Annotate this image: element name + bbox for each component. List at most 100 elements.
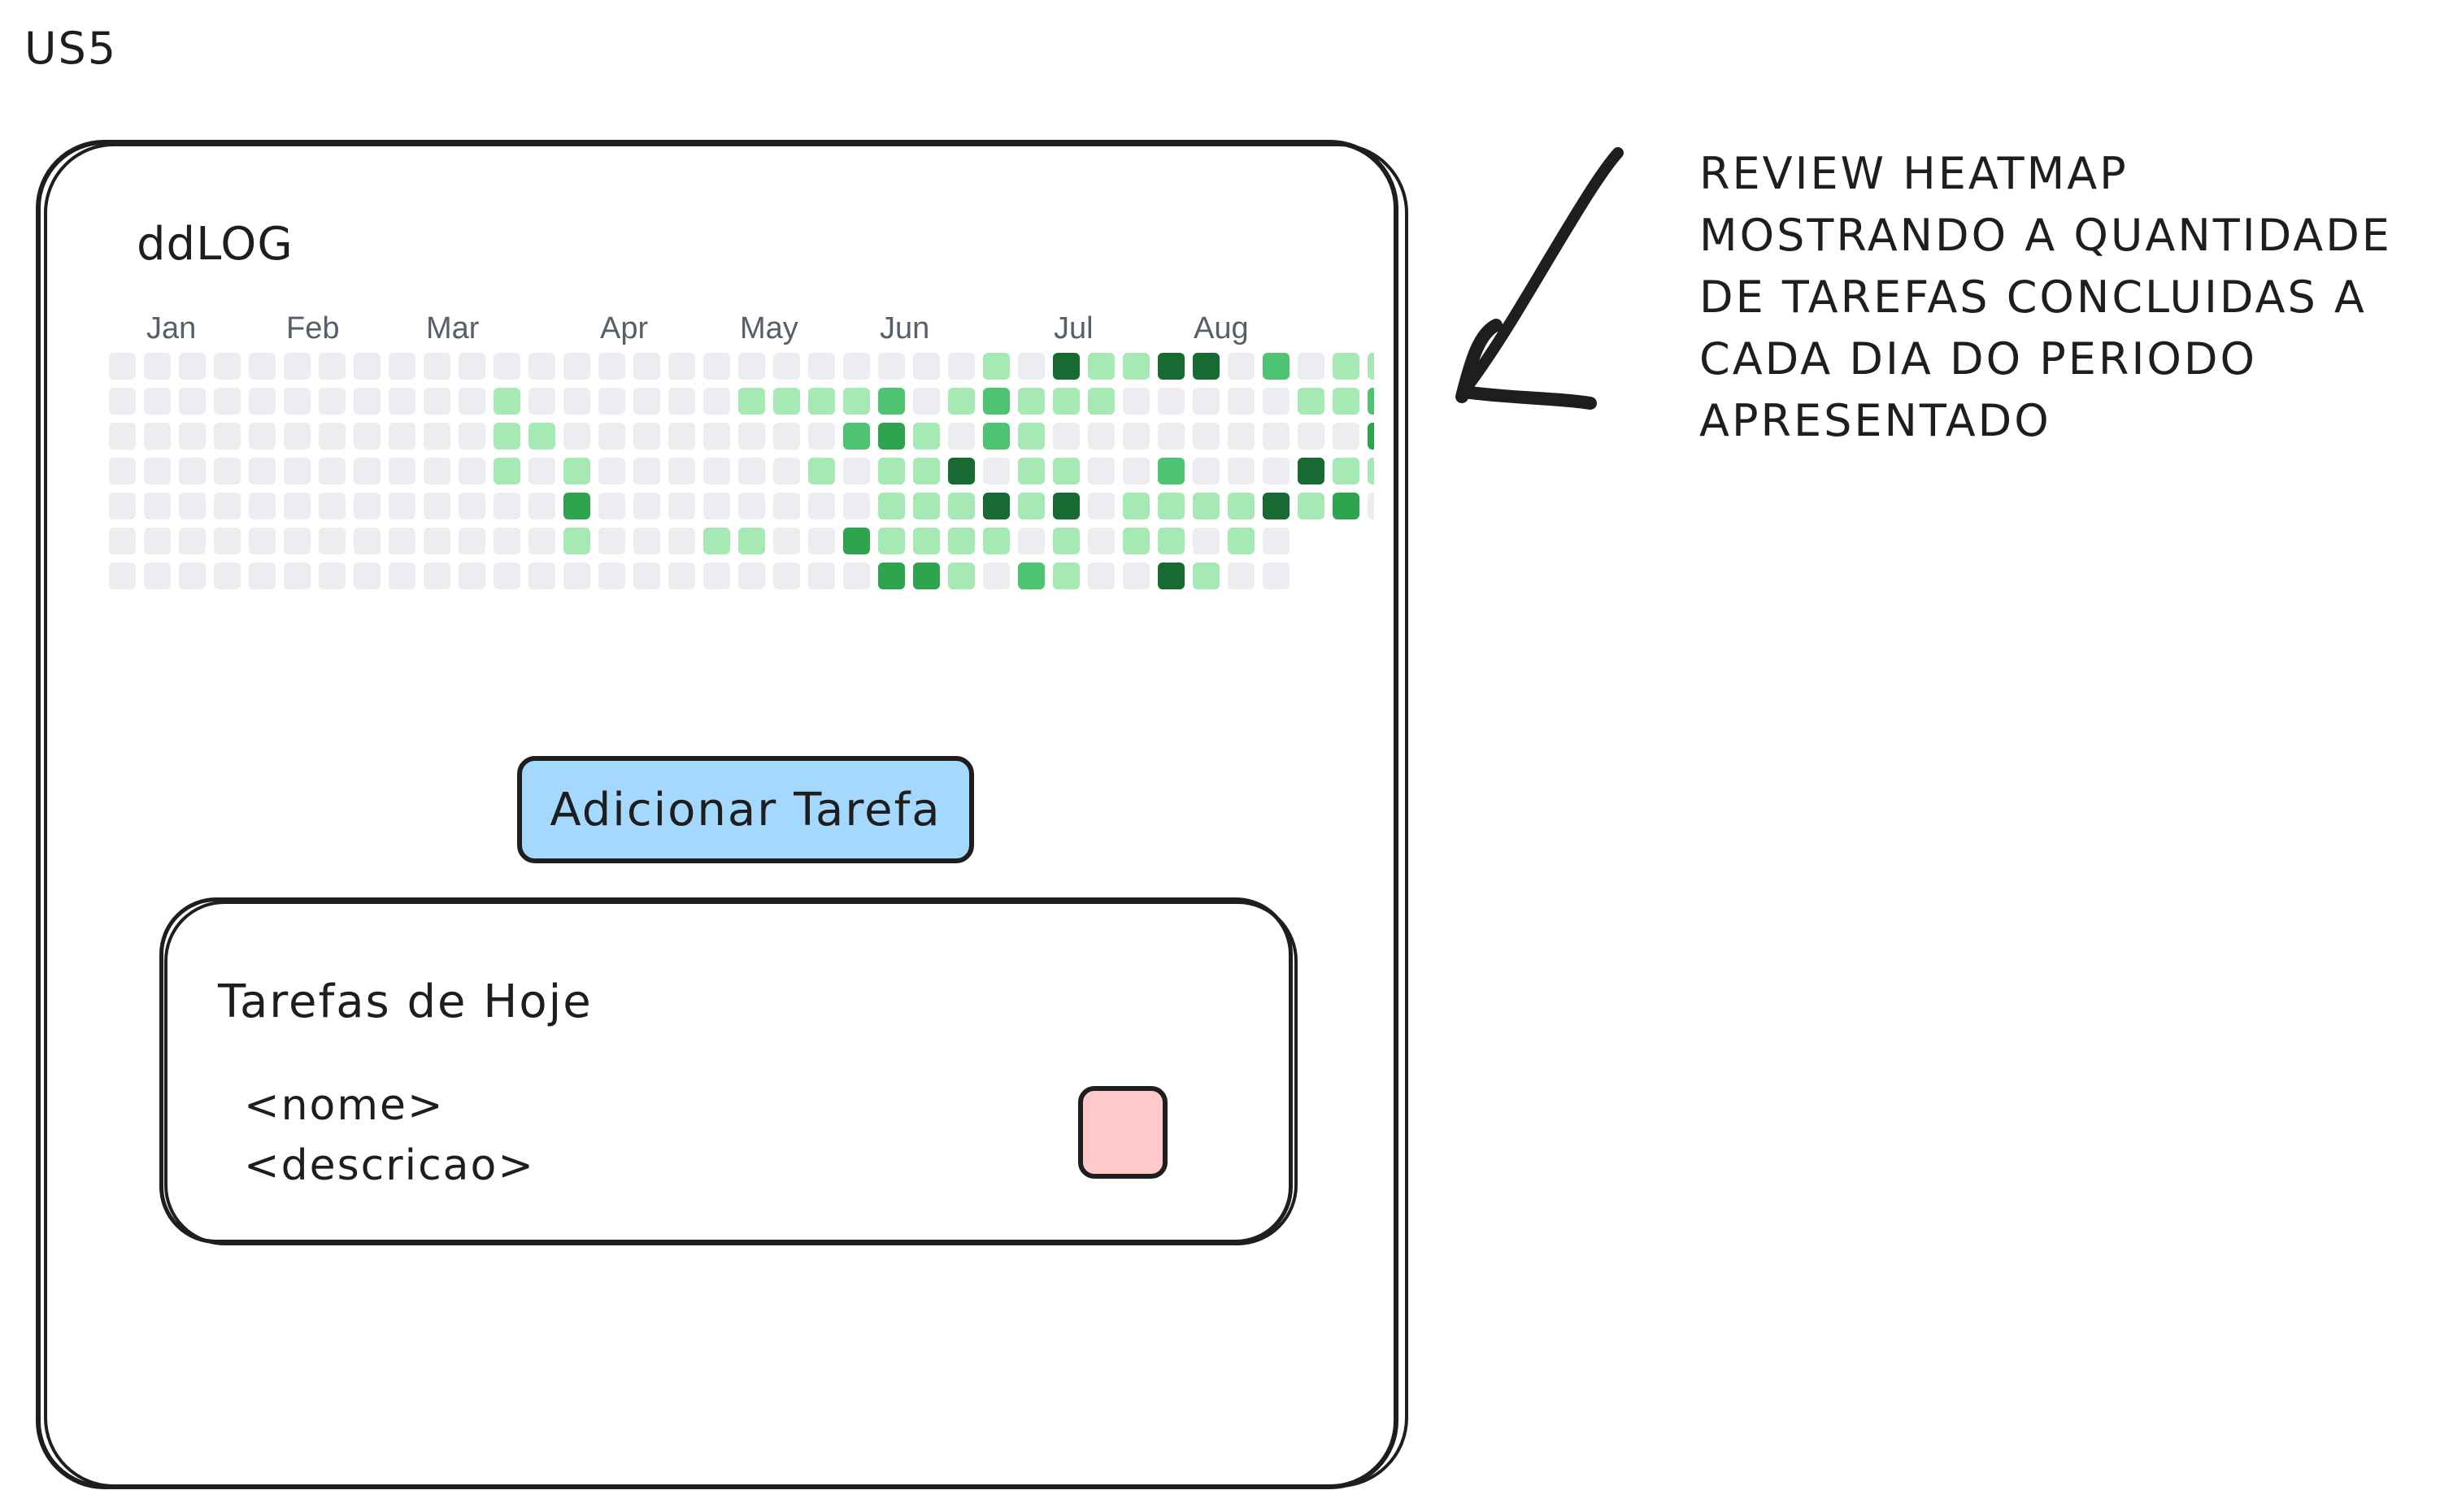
heatmap-cell [598, 493, 625, 519]
heatmap-cell [1053, 388, 1080, 415]
heatmap-cell [738, 423, 765, 450]
heatmap-cell [319, 563, 346, 589]
heatmap-cell [1368, 493, 1374, 519]
heatmap-cell [249, 493, 276, 519]
heatmap-cell [983, 388, 1010, 415]
heatmap-cell [179, 423, 206, 450]
heatmap-cell [1333, 353, 1359, 380]
heatmap-month-label: Aug [1194, 311, 1249, 345]
heatmap-cell [1263, 353, 1290, 380]
heatmap-cell [354, 528, 381, 554]
heatmap-cell [424, 563, 450, 589]
heatmap-cell [668, 458, 695, 484]
heatmap-cell [144, 563, 171, 589]
heatmap-cell [633, 528, 660, 554]
heatmap-cell [1088, 493, 1115, 519]
heatmap-cell [598, 353, 625, 380]
heatmap-cell [773, 528, 800, 554]
heatmap-cell [528, 493, 555, 519]
heatmap-cell [913, 458, 940, 484]
task-complete-checkbox[interactable] [1078, 1086, 1168, 1179]
heatmap-cell [424, 493, 450, 519]
heatmap-cell [1053, 353, 1080, 380]
heatmap-cell [319, 458, 346, 484]
heatmap-cell [354, 423, 381, 450]
heatmap-cell [249, 388, 276, 415]
heatmap-cell [528, 528, 555, 554]
heatmap-cell [773, 493, 800, 519]
heatmap-cell [179, 563, 206, 589]
heatmap-cell [284, 388, 311, 415]
heatmap-cell [598, 563, 625, 589]
heatmap-cell [249, 563, 276, 589]
heatmap-cell [1088, 388, 1115, 415]
activity-heatmap: Jan Feb Mar Apr May Jun Jul Aug [109, 311, 1374, 589]
heatmap-cell [319, 388, 346, 415]
heatmap-cell [284, 423, 311, 450]
heatmap-cell [528, 388, 555, 415]
heatmap-cell [1193, 353, 1220, 380]
heatmap-cell [1088, 458, 1115, 484]
heatmap-cell [913, 388, 940, 415]
heatmap-cell [1193, 423, 1220, 450]
heatmap-cell [1158, 493, 1185, 519]
heatmap-cell [214, 493, 241, 519]
heatmap-cell [459, 563, 485, 589]
heatmap-cell [424, 528, 450, 554]
heatmap-cell [1298, 353, 1324, 380]
heatmap-cell [948, 388, 975, 415]
heatmap-cell [389, 563, 415, 589]
heatmap-cell [1228, 563, 1255, 589]
heatmap-cell [738, 493, 765, 519]
heatmap-cell [214, 458, 241, 484]
annotation-note: REVIEW HEATMAP MOSTRANDO A QUANTIDADE DE… [1699, 143, 2447, 452]
heatmap-cell [878, 493, 905, 519]
heatmap-cell [424, 458, 450, 484]
heatmap-cell [633, 563, 660, 589]
add-task-button[interactable]: Adicionar Tarefa [517, 756, 974, 863]
heatmap-cell [249, 423, 276, 450]
heatmap-cell [563, 493, 590, 519]
heatmap-cell [1158, 458, 1185, 484]
heatmap-cell [1088, 528, 1115, 554]
heatmap-month-label: Mar [426, 311, 480, 345]
heatmap-cell [1193, 388, 1220, 415]
heatmap-cell [109, 563, 136, 589]
heatmap-cell [983, 353, 1010, 380]
heatmap-cell [179, 528, 206, 554]
heatmap-cell [1123, 563, 1150, 589]
heatmap-cell [843, 353, 870, 380]
heatmap-cell [494, 493, 520, 519]
heatmap-cell [1053, 458, 1080, 484]
heatmap-cell [1123, 353, 1150, 380]
heatmap-cell [668, 563, 695, 589]
heatmap-cell [284, 353, 311, 380]
heatmap-cell [773, 423, 800, 450]
heatmap-cell [459, 493, 485, 519]
heatmap-cell [1123, 528, 1150, 554]
heatmap-cell [843, 388, 870, 415]
annotation-line: REVIEW HEATMAP [1699, 148, 2129, 199]
heatmap-cell [703, 353, 730, 380]
heatmap-cell [738, 458, 765, 484]
heatmap-cell [1123, 493, 1150, 519]
heatmap-cell [1228, 493, 1255, 519]
heatmap-cell [633, 423, 660, 450]
heatmap-cell [913, 353, 940, 380]
heatmap-cell [948, 528, 975, 554]
heatmap-cell [494, 458, 520, 484]
heatmap-cell [948, 353, 975, 380]
heatmap-cell [459, 388, 485, 415]
heatmap-cell [913, 493, 940, 519]
heatmap-cell [1088, 563, 1115, 589]
heatmap-month-label: May [740, 311, 798, 345]
heatmap-cell [109, 353, 136, 380]
heatmap-cell [773, 353, 800, 380]
heatmap-cell [179, 458, 206, 484]
heatmap-cell [1158, 388, 1185, 415]
heatmap-cell [563, 423, 590, 450]
heatmap-cell [633, 493, 660, 519]
heatmap-cell [878, 563, 905, 589]
heatmap-cell [144, 493, 171, 519]
heatmap-cell [354, 458, 381, 484]
